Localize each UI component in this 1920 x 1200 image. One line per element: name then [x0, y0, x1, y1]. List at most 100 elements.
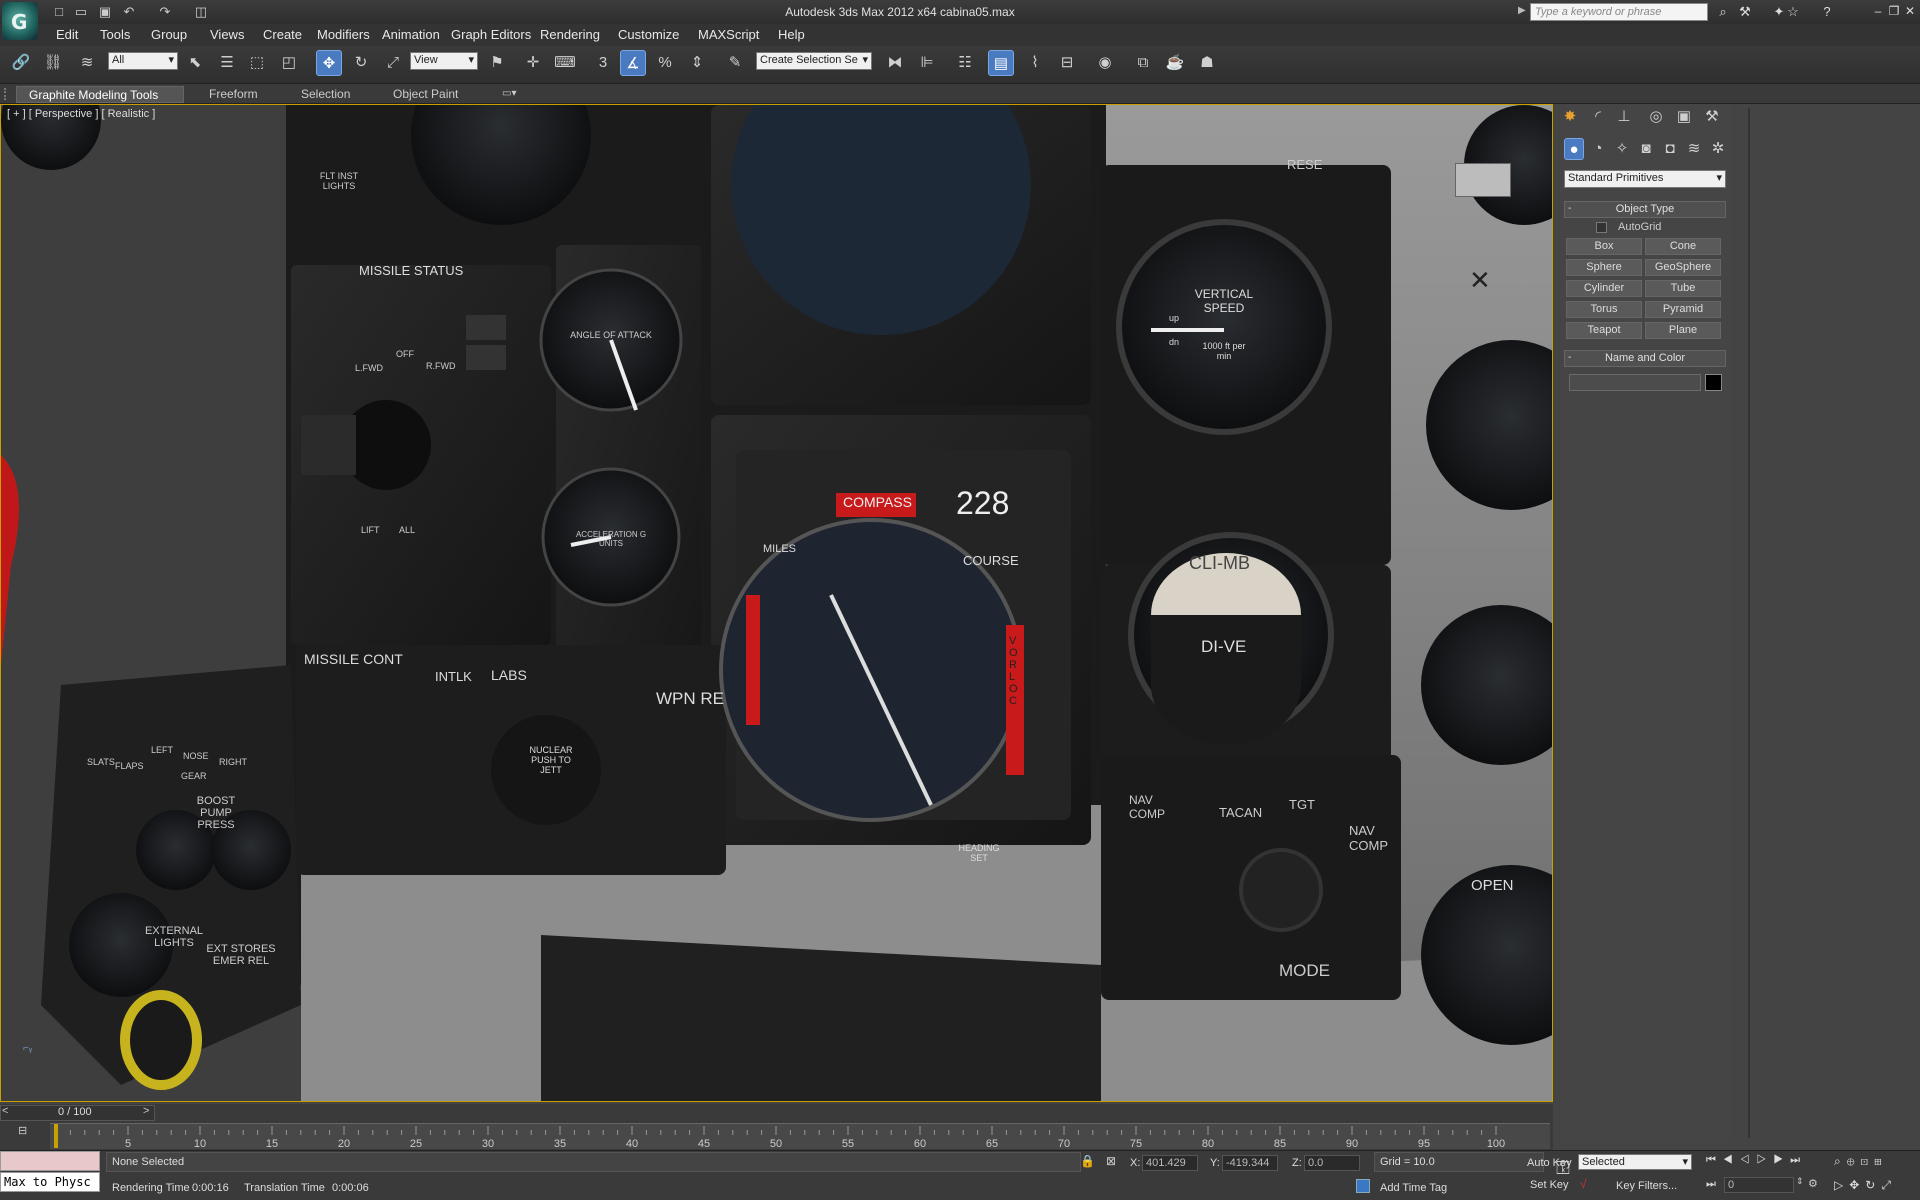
absolute-mode-icon[interactable]: ⊠: [1106, 1154, 1116, 1168]
render-production-icon[interactable]: ☗: [1194, 50, 1220, 76]
menu-maxscript[interactable]: MAXScript: [696, 24, 761, 46]
save-icon[interactable]: ▣: [96, 3, 114, 21]
project-folder-icon[interactable]: ◫: [192, 3, 210, 21]
reference-coordinate-dropdown[interactable]: View: [410, 52, 478, 70]
name-color-rollout-header[interactable]: Name and Color: [1564, 350, 1726, 367]
create-tab-icon[interactable]: ✸: [1560, 106, 1580, 128]
key-filters-button[interactable]: Key Filters...: [1616, 1180, 1677, 1192]
frame-spinner-icon[interactable]: ⇕: [1796, 1176, 1804, 1187]
close-icon[interactable]: ✕: [1902, 3, 1918, 19]
geosphere-button[interactable]: GeoSphere: [1645, 259, 1721, 276]
menu-help[interactable]: Help: [776, 24, 807, 46]
lights-icon[interactable]: ✧: [1612, 138, 1632, 160]
unlink-icon[interactable]: ⛓: [40, 50, 66, 76]
time-tag-icon[interactable]: [1356, 1179, 1370, 1193]
rollout-collapse-icon[interactable]: -: [1568, 352, 1571, 363]
cameras-icon[interactable]: ◙: [1636, 138, 1656, 160]
torus-button[interactable]: Torus: [1566, 301, 1642, 318]
angle-snap-icon[interactable]: ∡: [620, 50, 646, 76]
modify-tab-icon[interactable]: ◜: [1588, 106, 1608, 128]
rollout-collapse-icon[interactable]: -: [1568, 203, 1571, 214]
select-object-icon[interactable]: ⬉: [182, 50, 208, 76]
menu-create[interactable]: Create: [261, 24, 304, 46]
maxscript-mini-listener-top[interactable]: [0, 1151, 100, 1171]
menu-animation[interactable]: Animation: [380, 24, 442, 46]
percent-snap-icon[interactable]: %: [652, 50, 678, 76]
object-name-field[interactable]: [1569, 374, 1701, 391]
playback-controls[interactable]: ⏮◀◁▷▶⏭: [1706, 1154, 1807, 1167]
key-mode-toggle-icon[interactable]: ⏭: [1706, 1178, 1716, 1191]
select-manipulate-icon[interactable]: ✛: [520, 50, 546, 76]
snaps-toggle-icon[interactable]: 3: [590, 50, 616, 76]
tube-button[interactable]: Tube: [1645, 280, 1721, 297]
ribbon-grip-icon[interactable]: [4, 88, 10, 100]
curve-editor-icon[interactable]: ⌇: [1022, 50, 1048, 76]
helpers-icon[interactable]: ◘: [1660, 138, 1680, 160]
space-warps-icon[interactable]: ≋: [1684, 138, 1704, 160]
minimize-icon[interactable]: –: [1870, 3, 1886, 19]
utilities-tab-icon[interactable]: ⚒: [1702, 106, 1722, 128]
layer-manager-icon[interactable]: ☷: [952, 50, 978, 76]
time-slider-next-icon[interactable]: >: [143, 1105, 149, 1117]
selection-lock-icon[interactable]: 🔒: [1080, 1154, 1095, 1168]
menu-graph-editors[interactable]: Graph Editors: [449, 24, 533, 46]
search-input[interactable]: Type a keyword or phrase: [1530, 3, 1708, 21]
current-frame-field[interactable]: 0: [1724, 1177, 1794, 1193]
selection-filter-dropdown[interactable]: All: [108, 52, 178, 70]
menu-edit[interactable]: Edit: [54, 24, 80, 46]
redo-icon[interactable]: ↷: [156, 3, 174, 21]
tab-selection[interactable]: Selection: [289, 86, 362, 103]
bind-space-warp-icon[interactable]: ≋: [74, 50, 100, 76]
keyboard-shortcut-icon[interactable]: ⌨: [552, 50, 578, 76]
key-curve-icon[interactable]: √: [1580, 1177, 1587, 1191]
object-type-rollout-header[interactable]: Object Type: [1564, 201, 1726, 218]
rectangular-selection-icon[interactable]: ⬚: [244, 50, 270, 76]
tab-object-paint[interactable]: Object Paint: [381, 86, 470, 103]
subscription-icon[interactable]: ⚒: [1736, 3, 1754, 21]
menu-rendering[interactable]: Rendering: [538, 24, 602, 46]
sphere-button[interactable]: Sphere: [1566, 259, 1642, 276]
y-coord-field[interactable]: -419.344: [1222, 1155, 1278, 1171]
ribbon-options-icon[interactable]: ▭▾: [502, 88, 516, 99]
select-and-rotate-icon[interactable]: ↻: [348, 50, 374, 76]
tab-graphite-modeling-tools[interactable]: Graphite Modeling Tools: [16, 86, 184, 103]
material-editor-icon[interactable]: ◉: [1092, 50, 1118, 76]
spinner-snap-icon[interactable]: ⇕: [684, 50, 710, 76]
shapes-icon[interactable]: ◔: [1588, 138, 1608, 160]
autogrid-checkbox[interactable]: [1596, 222, 1607, 233]
z-coord-field[interactable]: 0.0: [1304, 1155, 1360, 1171]
undo-icon[interactable]: ↶: [120, 3, 138, 21]
pivot-center-icon[interactable]: ⚑: [484, 50, 510, 76]
systems-icon[interactable]: ✲: [1708, 138, 1728, 160]
help-icon[interactable]: ?: [1818, 3, 1836, 21]
menu-group[interactable]: Group: [149, 24, 189, 46]
favorites-icon[interactable]: ☆: [1784, 3, 1802, 21]
window-crossing-icon[interactable]: ◰: [276, 50, 302, 76]
menu-modifiers[interactable]: Modifiers: [315, 24, 372, 46]
render-setup-icon[interactable]: ⧉: [1130, 50, 1156, 76]
viewport-nav-controls-bottom[interactable]: ▷✥↻⤢: [1834, 1178, 1897, 1193]
key-mode-dropdown[interactable]: Selected ▾: [1578, 1154, 1692, 1170]
schematic-view-icon[interactable]: ⊟: [1054, 50, 1080, 76]
x-coord-field[interactable]: 401.429: [1142, 1155, 1198, 1171]
maxscript-mini-listener[interactable]: Max to Physc: [0, 1172, 100, 1192]
time-config-icon[interactable]: ⚙: [1808, 1177, 1818, 1190]
graphite-toggle-icon[interactable]: ▤: [988, 50, 1014, 76]
track-bar[interactable]: 5 10 15 20 25 30 35 40 45 50 55 60 65 70 75 80 85 90 95 100: [50, 1123, 1550, 1150]
plane-button[interactable]: Plane: [1645, 322, 1721, 339]
time-slider-thumb[interactable]: [54, 1124, 58, 1148]
open-file-icon[interactable]: ▭: [72, 3, 90, 21]
select-and-scale-icon[interactable]: ⤢: [380, 50, 406, 76]
app-menu-button[interactable]: G: [2, 2, 38, 40]
add-time-tag[interactable]: Add Time Tag: [1380, 1182, 1447, 1194]
display-tab-icon[interactable]: ▣: [1674, 106, 1694, 128]
select-by-name-icon[interactable]: ☰: [214, 50, 240, 76]
cone-button[interactable]: Cone: [1645, 238, 1721, 255]
object-color-swatch[interactable]: [1705, 374, 1722, 391]
perspective-viewport[interactable]: [ + ] [ Perspective ] [ Realistic ] MISS…: [0, 104, 1553, 1102]
new-file-icon[interactable]: □: [50, 3, 68, 21]
hierarchy-tab-icon[interactable]: ⊥: [1614, 106, 1634, 128]
edit-named-selection-icon[interactable]: ✎: [722, 50, 748, 76]
menu-tools[interactable]: Tools: [98, 24, 132, 46]
cylinder-button[interactable]: Cylinder: [1566, 280, 1642, 297]
